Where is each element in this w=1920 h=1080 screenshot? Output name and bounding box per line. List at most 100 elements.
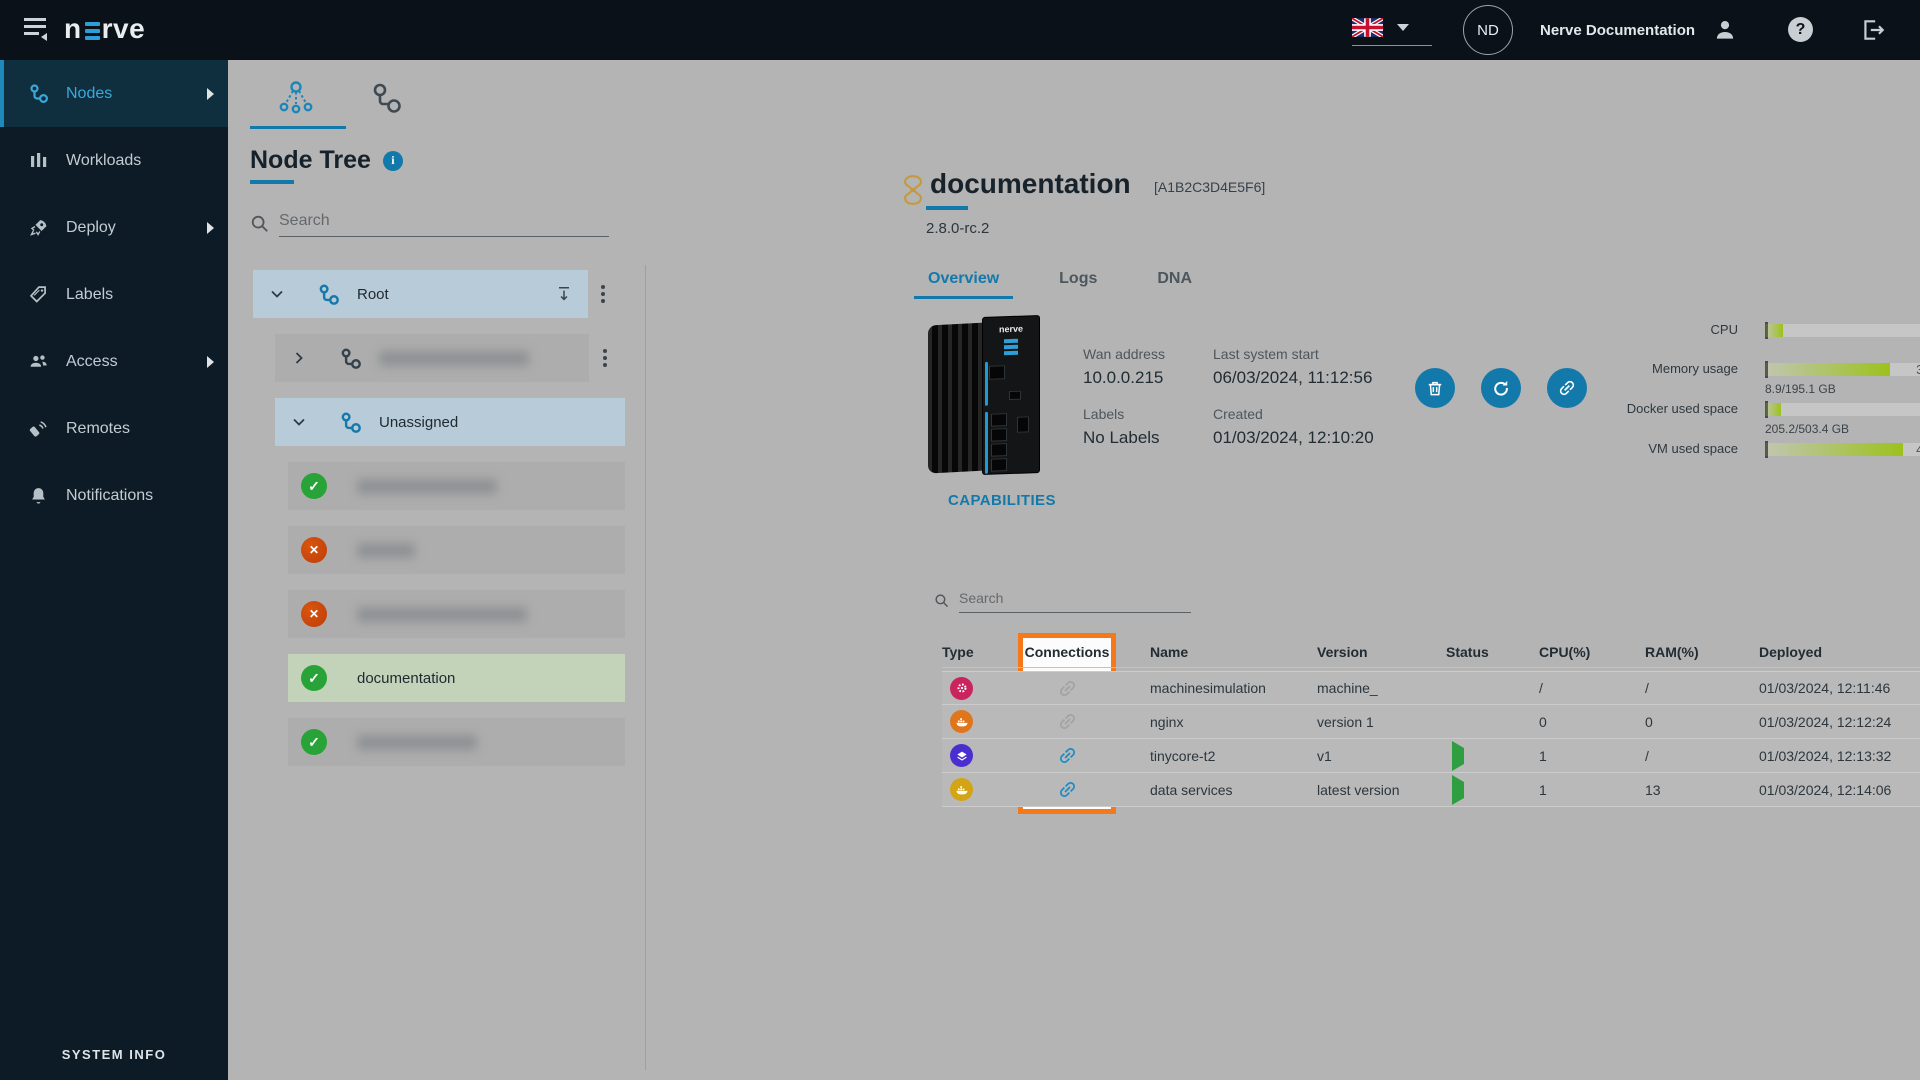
workload-type-compose-icon xyxy=(950,778,973,801)
tree-node-label: Unassigned xyxy=(379,414,458,431)
menu-toggle-icon[interactable] xyxy=(24,18,50,42)
notifications-bell-icon xyxy=(28,485,49,506)
workload-search-input[interactable] xyxy=(959,588,1191,613)
gauge-bar: 4.6% xyxy=(1765,403,1920,416)
status-ok-icon xyxy=(301,665,327,691)
sidebar-item-nodes[interactable]: Nodes xyxy=(0,60,228,127)
profile-icon[interactable] xyxy=(1712,17,1738,43)
table-row[interactable]: nginx version 1 0 0 01/03/2024, 12:12:24… xyxy=(942,705,1920,739)
tree-node-redacted[interactable] xyxy=(288,590,625,638)
tree-node-redacted[interactable] xyxy=(288,718,625,766)
node-title-underline xyxy=(926,206,968,210)
language-selector[interactable] xyxy=(1352,14,1432,46)
sidebar-item-remotes[interactable]: Remotes xyxy=(0,395,228,462)
gauge-value: 5.3% xyxy=(1765,323,1920,338)
tree-node-unassigned[interactable]: Unassigned xyxy=(275,398,625,446)
sidebar-item-access[interactable]: Access xyxy=(0,328,228,395)
user-avatar[interactable]: ND xyxy=(1463,5,1513,55)
workload-cpu: 1 xyxy=(1539,782,1645,798)
node-group-icon xyxy=(339,411,362,434)
table-row[interactable]: machinesimulation machine_ / / 01/03/202… xyxy=(942,671,1920,705)
workload-deployed: 01/03/2024, 12:11:46 xyxy=(1759,680,1920,696)
tree-node-redacted[interactable] xyxy=(288,526,625,574)
tree-node-root[interactable]: Root xyxy=(253,270,588,318)
status-ok-icon xyxy=(301,729,327,755)
workload-deployed: 01/03/2024, 12:14:06 xyxy=(1759,782,1920,798)
tab-logs[interactable]: Logs xyxy=(1045,260,1111,298)
search-icon xyxy=(934,593,949,608)
tab-node-list-view[interactable] xyxy=(367,78,407,118)
connection-link-icon[interactable] xyxy=(1018,773,1116,806)
connection-link-icon[interactable] xyxy=(1018,705,1116,738)
table-row[interactable]: data services latest version 1 13 01/03/… xyxy=(942,773,1920,807)
workload-cpu: 0 xyxy=(1539,714,1645,730)
chevron-expanded-icon[interactable] xyxy=(269,286,285,302)
status-error-icon xyxy=(301,537,327,563)
workload-deployed: 01/03/2024, 12:12:24 xyxy=(1759,714,1920,730)
sidebar-item-workloads[interactable]: Workloads xyxy=(0,127,228,194)
workload-ram: / xyxy=(1645,680,1759,696)
connect-node-button[interactable] xyxy=(1547,368,1587,408)
sidebar-item-label: Nodes xyxy=(66,85,112,103)
sidebar-item-notifications[interactable]: Notifications xyxy=(0,462,228,529)
chevron-down-icon xyxy=(1397,24,1409,31)
workload-ram: / xyxy=(1645,748,1759,764)
connection-link-icon[interactable] xyxy=(1018,739,1116,772)
sidebar-item-labels[interactable]: Labels xyxy=(0,261,228,328)
capabilities-link[interactable]: CAPABILITIES xyxy=(948,492,1056,509)
tab-dna[interactable]: DNA xyxy=(1143,260,1206,298)
table-header: Type Connections Name Version Status CPU… xyxy=(942,636,1920,668)
reboot-node-button[interactable] xyxy=(1481,368,1521,408)
top-bar: n rve ND Nerve Documentation xyxy=(0,0,1920,60)
workload-deployed: 01/03/2024, 12:13:32 xyxy=(1759,748,1920,764)
chevron-expanded-icon[interactable] xyxy=(291,414,307,430)
info-icon[interactable] xyxy=(383,151,403,171)
node-tree-search-input[interactable] xyxy=(279,210,609,237)
gauge-label: CPU xyxy=(1604,322,1738,338)
chevron-right-icon xyxy=(207,356,214,368)
tab-overview[interactable]: Overview xyxy=(914,260,1013,298)
tree-node-label-redacted xyxy=(357,607,527,622)
tree-node-label-redacted xyxy=(357,479,497,494)
sidebar-item-deploy[interactable]: Deploy xyxy=(0,194,228,261)
nerve-management-ui: n rve ND Nerve Documentation xyxy=(0,0,1920,1080)
logo-e-bars-icon xyxy=(85,22,100,40)
field-value: 06/03/2024, 11:12:56 xyxy=(1213,368,1443,388)
device-front-panel: nerve xyxy=(982,315,1040,475)
tree-node-redacted[interactable] xyxy=(288,462,625,510)
tree-node-redacted-group[interactable] xyxy=(275,334,589,382)
status-running-icon xyxy=(1452,775,1464,805)
connection-link-icon[interactable] xyxy=(1018,672,1116,704)
download-tree-icon[interactable] xyxy=(554,284,574,304)
sidebar-item-label: Deploy xyxy=(66,219,116,237)
field-label: Last system start xyxy=(1213,346,1443,362)
help-icon[interactable] xyxy=(1788,17,1813,42)
sidebar-item-label: Remotes xyxy=(66,420,130,438)
deploy-rocket-icon xyxy=(28,217,49,238)
tab-node-tree-view[interactable] xyxy=(276,78,316,118)
status-error-icon xyxy=(301,601,327,627)
workload-name: data services xyxy=(1116,782,1317,798)
tree-node-label: Root xyxy=(357,286,389,303)
node-list-icon xyxy=(367,78,407,118)
delete-node-button[interactable] xyxy=(1415,368,1455,408)
page-title: Node Tree xyxy=(250,146,403,175)
labels-tag-icon xyxy=(28,284,49,305)
system-info-button[interactable]: SYSTEM INFO xyxy=(0,1047,228,1062)
chevron-collapsed-icon[interactable] xyxy=(291,350,307,366)
sidebar-item-label: Notifications xyxy=(66,487,153,505)
gauge-docker-space: Docker used space 4.6% xyxy=(1604,401,1920,417)
kebab-menu-icon[interactable] xyxy=(596,334,614,382)
logout-icon[interactable] xyxy=(1860,17,1886,43)
chevron-right-icon xyxy=(207,88,214,100)
col-name: Name xyxy=(1116,644,1317,660)
col-status: Status xyxy=(1446,644,1539,660)
table-row[interactable]: tinycore-t2 v1 1 / 01/03/2024, 12:13:32 … xyxy=(942,739,1920,773)
tree-node-documentation-selected[interactable]: documentation xyxy=(288,654,625,702)
sidebar-item-label: Workloads xyxy=(66,152,141,170)
kebab-menu-icon[interactable] xyxy=(594,270,612,318)
col-version: Version xyxy=(1317,644,1446,660)
node-detail-tabs: Overview Logs DNA xyxy=(914,260,1238,298)
gauge-vm-space: VM used space 40.8% xyxy=(1604,441,1920,457)
field-created: Created 01/03/2024, 12:10:20 xyxy=(1213,406,1443,448)
